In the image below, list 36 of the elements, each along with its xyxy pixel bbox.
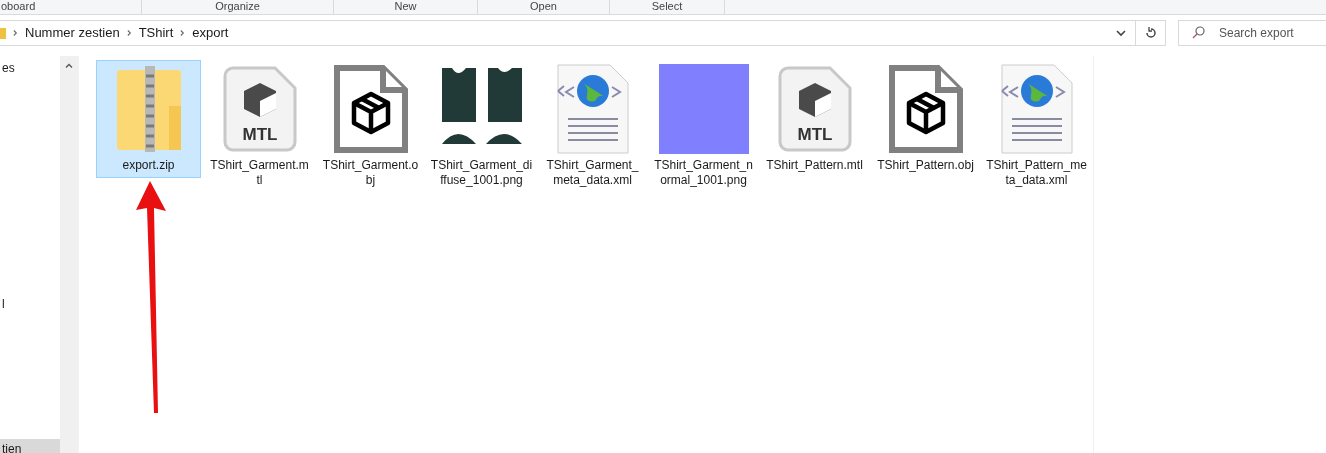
sidebar-item[interactable]: tien	[0, 439, 60, 453]
cube-file-icon: MTL	[777, 66, 852, 152]
file-item[interactable]: TShirt_Pattern_meta_data.xml	[984, 60, 1089, 193]
xml-document-icon	[999, 63, 1074, 155]
sidebar-item[interactable]: l	[0, 294, 28, 314]
ribbon-group-label: New	[393, 0, 418, 13]
ribbon-group-label: oboard	[1, 0, 36, 13]
zipped-folder-icon	[114, 66, 183, 152]
ribbon-group-label: Organize	[214, 0, 261, 13]
cube-file-icon	[887, 64, 964, 154]
search-icon	[1192, 26, 1205, 39]
xml-document-icon	[555, 63, 630, 155]
ribbon-group-label: Open	[529, 0, 558, 13]
chevron-right-icon	[180, 29, 186, 37]
file-item[interactable]: TShirt_Garment_meta_data.xml	[540, 60, 645, 193]
refresh-icon	[1144, 27, 1157, 39]
file-item[interactable]: MTL TShirt_Garment.mtl	[207, 60, 312, 193]
search-field[interactable]: Search export	[1178, 20, 1326, 46]
file-item[interactable]: export.zip	[96, 60, 201, 178]
file-item[interactable]: TShirt_Pattern.obj	[873, 60, 978, 178]
file-item[interactable]: TShirt_Garment_diffuse_1001.png	[429, 60, 534, 193]
breadcrumb[interactable]: Nummer zestien	[25, 23, 120, 43]
chevron-right-icon	[13, 29, 18, 37]
breadcrumb[interactable]: TShirt	[138, 23, 174, 43]
cube-file-icon: MTL	[222, 66, 297, 152]
breadcrumb[interactable]: export	[192, 23, 229, 43]
cube-file-icon	[332, 64, 409, 154]
file-item[interactable]: MTL TShirt_Pattern.mtl	[762, 60, 867, 178]
file-item[interactable]: TShirt_Garment.obj	[318, 60, 423, 193]
folder-icon	[0, 26, 6, 40]
chevron-right-icon	[126, 29, 132, 37]
file-item[interactable]: TShirt_Garment_normal_1001.png	[651, 60, 756, 193]
caret-up-icon	[65, 62, 73, 68]
chevron-down-icon	[1116, 29, 1126, 37]
ribbon-group-label: Select	[650, 0, 684, 13]
sidebar-item[interactable]: es	[0, 58, 28, 78]
